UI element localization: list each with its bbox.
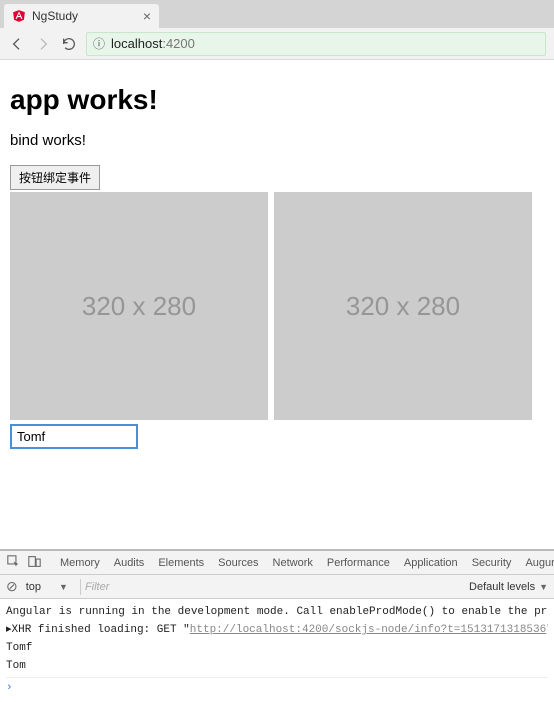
name-input[interactable]: [10, 424, 138, 449]
devtools-tabs: Memory Audits Elements Sources Network P…: [0, 551, 554, 575]
context-select[interactable]: top ▼: [26, 581, 68, 593]
tab-network[interactable]: Network: [267, 557, 319, 569]
reload-icon[interactable]: [60, 35, 78, 53]
clear-console-icon[interactable]: ⊘: [6, 578, 18, 595]
console-filter[interactable]: Filter: [80, 579, 461, 595]
inspect-icon[interactable]: [4, 555, 23, 571]
tab-title: NgStudy: [32, 9, 78, 23]
back-icon[interactable]: [8, 35, 26, 53]
tab-memory[interactable]: Memory: [54, 557, 106, 569]
console-line: Tomf: [6, 639, 548, 657]
console-url-link[interactable]: http://localhost:4200/sockjs-node/info?t…: [190, 624, 546, 636]
tab-augury[interactable]: Augury: [519, 557, 554, 569]
page-subheading: bind works!: [10, 132, 544, 149]
tab-elements[interactable]: Elements: [152, 557, 210, 569]
console-toolbar: ⊘ top ▼ Filter Default levels ▼: [0, 575, 554, 599]
tab-application[interactable]: Application: [398, 557, 464, 569]
console-line: Tom: [6, 657, 548, 675]
image-placeholder-2: 320 x 280: [274, 192, 532, 420]
chevron-down-icon: ▼: [539, 582, 548, 592]
chevron-down-icon: ▼: [59, 582, 68, 592]
browser-tab[interactable]: NgStudy ×: [4, 4, 159, 28]
tab-audits[interactable]: Audits: [108, 557, 151, 569]
images-row: 320 x 280 320 x 280: [10, 192, 544, 420]
tab-performance[interactable]: Performance: [321, 557, 396, 569]
tab-security[interactable]: Security: [466, 557, 518, 569]
close-icon[interactable]: ×: [143, 8, 151, 24]
url-host: localhost: [111, 36, 162, 51]
info-icon: ⓘ: [93, 35, 105, 52]
devtools-panel: Memory Audits Elements Sources Network P…: [0, 549, 554, 702]
page-title: app works!: [10, 84, 544, 116]
url-port: :4200: [162, 36, 195, 51]
console-prompt[interactable]: ›: [6, 677, 548, 698]
log-levels-select[interactable]: Default levels ▼: [469, 581, 548, 593]
forward-icon: [34, 35, 52, 53]
page-content: app works! bind works! 按钮绑定事件 320 x 280 …: [0, 60, 554, 459]
angular-icon: [12, 9, 26, 23]
device-icon[interactable]: [25, 555, 44, 571]
address-bar[interactable]: ⓘ localhost:4200: [86, 32, 546, 56]
bind-event-button[interactable]: 按钮绑定事件: [10, 165, 100, 190]
console-line: ▸XHR finished loading: GET "http://local…: [6, 621, 548, 639]
image-placeholder-1: 320 x 280: [10, 192, 268, 420]
browser-tab-bar: NgStudy ×: [0, 0, 554, 28]
tab-sources[interactable]: Sources: [212, 557, 264, 569]
console-output: Angular is running in the development mo…: [0, 599, 554, 702]
browser-nav-bar: ⓘ localhost:4200: [0, 28, 554, 60]
console-line: Angular is running in the development mo…: [6, 603, 548, 621]
